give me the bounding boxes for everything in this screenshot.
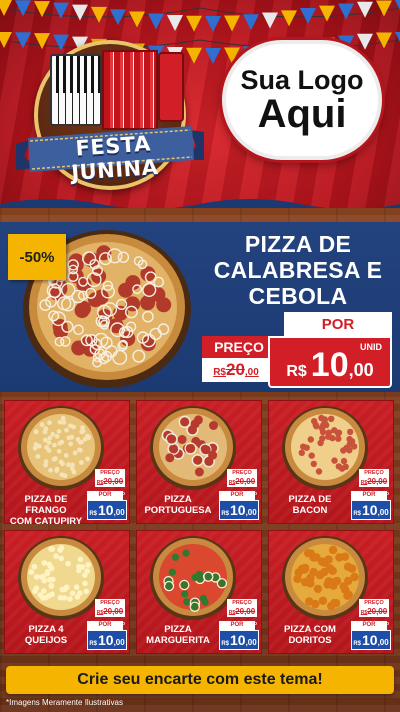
- old-price: R$20,00: [359, 607, 389, 617]
- product-card[interactable]: PIZZA PORTUGUESA PREÇO R$20,00 POR UNID …: [136, 400, 262, 524]
- product-price-tag: PREÇO R$20,00 POR UNID R$ 10 ,00: [351, 599, 391, 651]
- product-name: PIZZA MARGUERITA: [146, 624, 210, 646]
- new-price: R$ 10 ,00: [87, 500, 127, 520]
- unid-label: UNID: [246, 621, 257, 626]
- disclaimer-text: *Imagens Meramente Ilustrativas: [6, 698, 123, 707]
- product-name: PIZZA COM DORITOS: [284, 624, 336, 646]
- old-price: R$20,00: [359, 477, 389, 487]
- header-banner: FESTA JUNINA Sua Logo Aqui: [0, 0, 400, 218]
- featured-old-price: R$20,00: [202, 358, 270, 382]
- featured-title: PIZZA DE CALABRESA E CEBOLA: [213, 231, 383, 310]
- product-card[interactable]: PIZZA 4 QUEIJOS PREÇO R$20,00 POR UNID R…: [4, 530, 130, 654]
- new-price: R$ 10 ,00: [219, 630, 259, 650]
- product-card[interactable]: PIZZA MARGUERITA PREÇO R$20,00 POR UNID …: [136, 530, 262, 654]
- festa-junina-emblem: FESTA JUNINA: [16, 34, 204, 194]
- logo-text-line1: Sua Logo: [240, 64, 364, 95]
- product-card[interactable]: PIZZA DE BACON PREÇO R$20,00 POR UNID R$…: [268, 400, 394, 524]
- unid-label: UNID: [378, 491, 389, 496]
- old-price: R$20,00: [227, 607, 257, 617]
- logo-text-line2: Aqui: [257, 92, 347, 137]
- unid-label: UNID: [378, 621, 389, 626]
- product-price-tag: PREÇO R$20,00 POR UNID R$ 10 ,00: [87, 599, 127, 651]
- product-name: PIZZA PORTUGUESA: [144, 494, 212, 516]
- unid-label: UNID: [114, 491, 125, 496]
- preco-label: PREÇO: [227, 469, 257, 477]
- old-price: R$20,00: [227, 477, 257, 487]
- unid-label: UNID: [246, 491, 257, 496]
- product-card[interactable]: PIZZA COM DORITOS PREÇO R$20,00 POR UNID…: [268, 530, 394, 654]
- accordion-icon: [50, 48, 184, 130]
- store-logo-placeholder[interactable]: Sua Logo Aqui: [222, 40, 382, 160]
- product-name: PIZZA DE FRANGO COM CATUPIRY: [9, 494, 83, 527]
- preco-label: PREÇO: [95, 599, 125, 607]
- cta-banner[interactable]: Crie seu encarte com este tema!: [6, 666, 394, 694]
- new-price: R$ 10 ,00: [219, 500, 259, 520]
- unid-label: UNID: [114, 621, 125, 626]
- preco-label: PREÇO: [359, 599, 389, 607]
- product-name: PIZZA 4 QUEIJOS: [24, 624, 68, 646]
- new-price: R$ 10 ,00: [351, 630, 391, 650]
- emblem-title: FESTA JUNINA: [70, 131, 160, 185]
- product-name: PIZZA DE BACON: [288, 494, 332, 516]
- new-price: R$ 10 ,00: [87, 630, 127, 650]
- product-price-tag: PREÇO R$20,00 POR UNID R$ 10 ,00: [219, 469, 259, 521]
- discount-badge: -50%: [8, 234, 66, 280]
- featured-por-label: POR: [284, 312, 392, 336]
- featured-preco-label: PREÇO: [202, 336, 276, 358]
- old-price: R$20,00: [95, 607, 125, 617]
- preco-label: PREÇO: [227, 599, 257, 607]
- product-card[interactable]: PIZZA DE FRANGO COM CATUPIRY PREÇO R$20,…: [4, 400, 130, 527]
- featured-new-price: UNID R$ 10 ,00: [268, 336, 392, 388]
- product-price-tag: PREÇO R$20,00 POR UNID R$ 10 ,00: [87, 469, 127, 521]
- old-price: R$20,00: [95, 477, 125, 487]
- preco-label: PREÇO: [95, 469, 125, 477]
- product-price-tag: PREÇO R$20,00 POR UNID R$ 10 ,00: [219, 599, 259, 651]
- new-price: R$ 10 ,00: [351, 500, 391, 520]
- product-price-tag: PREÇO R$20,00 POR UNID R$ 10 ,00: [351, 469, 391, 521]
- preco-label: PREÇO: [359, 469, 389, 477]
